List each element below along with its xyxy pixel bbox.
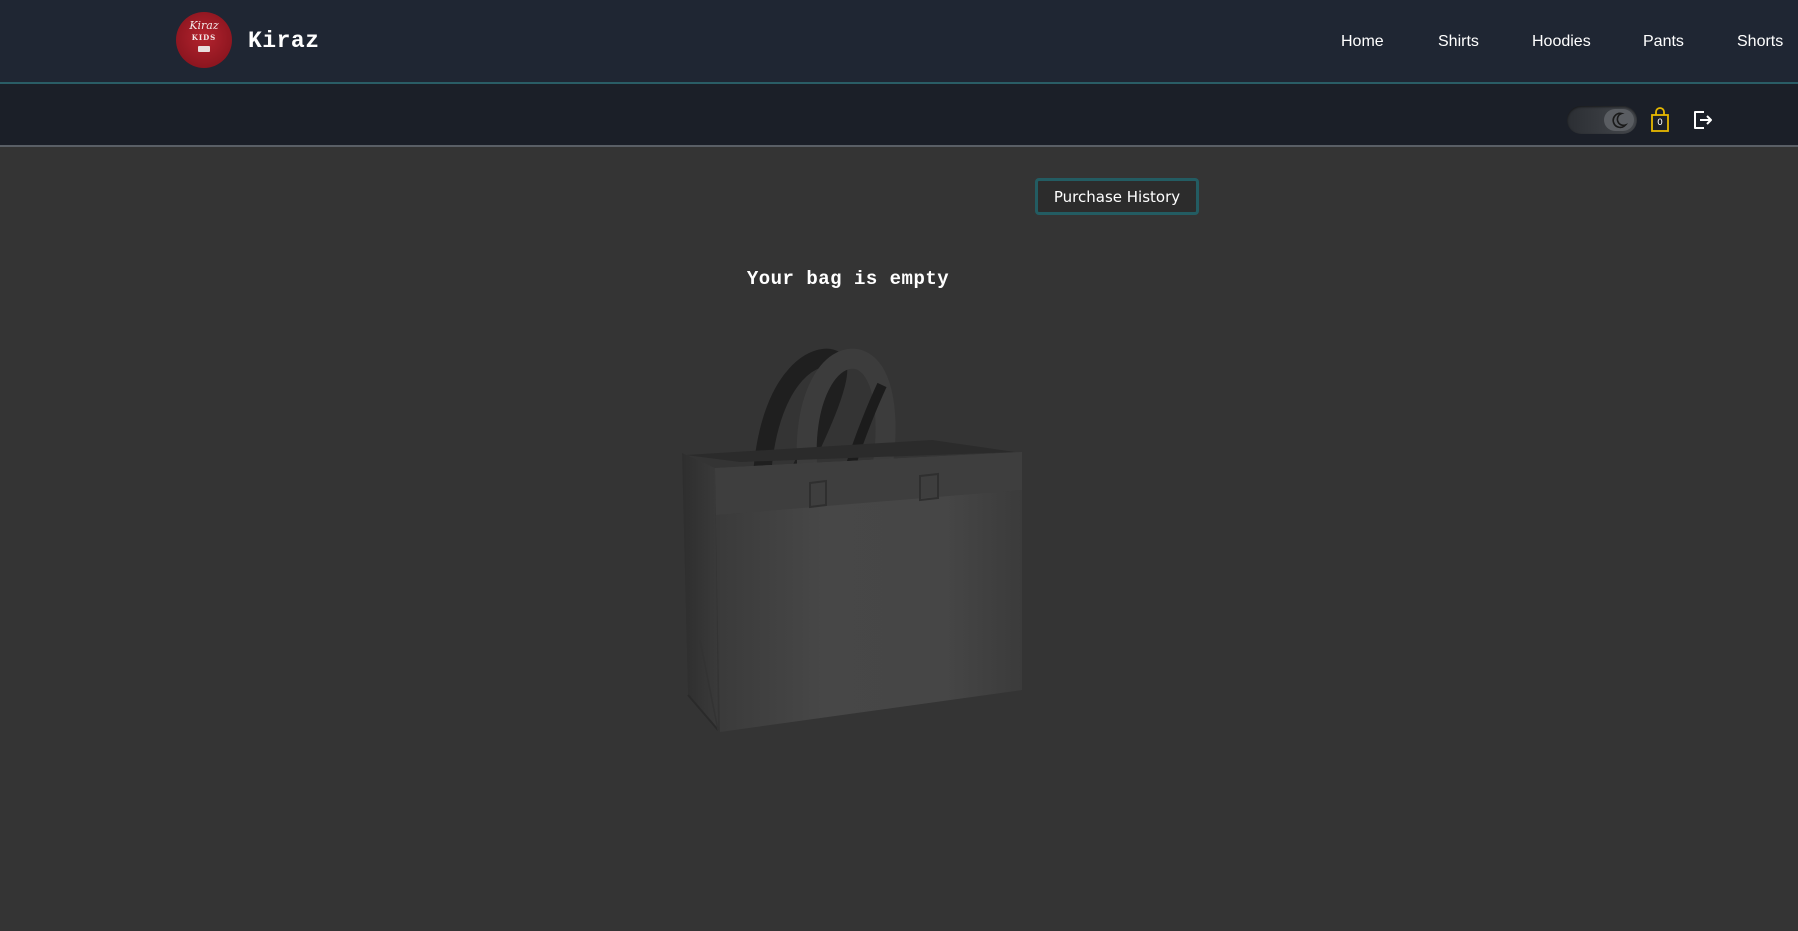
nav-shorts[interactable]: Shorts [1737,33,1783,51]
secondary-toolbar [0,84,1798,147]
nav-home[interactable]: Home [1341,33,1384,51]
nav-pants[interactable]: Pants [1643,33,1684,51]
cart-button[interactable]: 0 [1650,107,1670,133]
moon-icon [1612,112,1629,129]
logo-text-bottom: KIDS [191,33,217,42]
toggle-knob [1604,109,1634,131]
brand-logo[interactable]: Kiraz KIDS [176,12,232,68]
cart-count-badge: 0 [1657,118,1663,128]
logo-emblem [198,46,210,52]
logo-text-top: Kiraz [189,19,219,32]
brand-name[interactable]: Kiraz [248,28,320,54]
nav-shirts[interactable]: Shirts [1438,33,1479,51]
nav-hoodies[interactable]: Hoodies [1532,33,1591,51]
theme-toggle[interactable] [1567,106,1637,134]
purchase-history-button[interactable]: Purchase History [1035,178,1199,215]
empty-bag-message: Your bag is empty [746,268,950,290]
top-navbar: Kiraz KIDS Kiraz Home Shirts Hoodies Pan… [0,0,1798,84]
logout-icon [1694,111,1712,129]
logout-button[interactable] [1690,108,1714,132]
empty-bag-illustration [670,340,1030,740]
